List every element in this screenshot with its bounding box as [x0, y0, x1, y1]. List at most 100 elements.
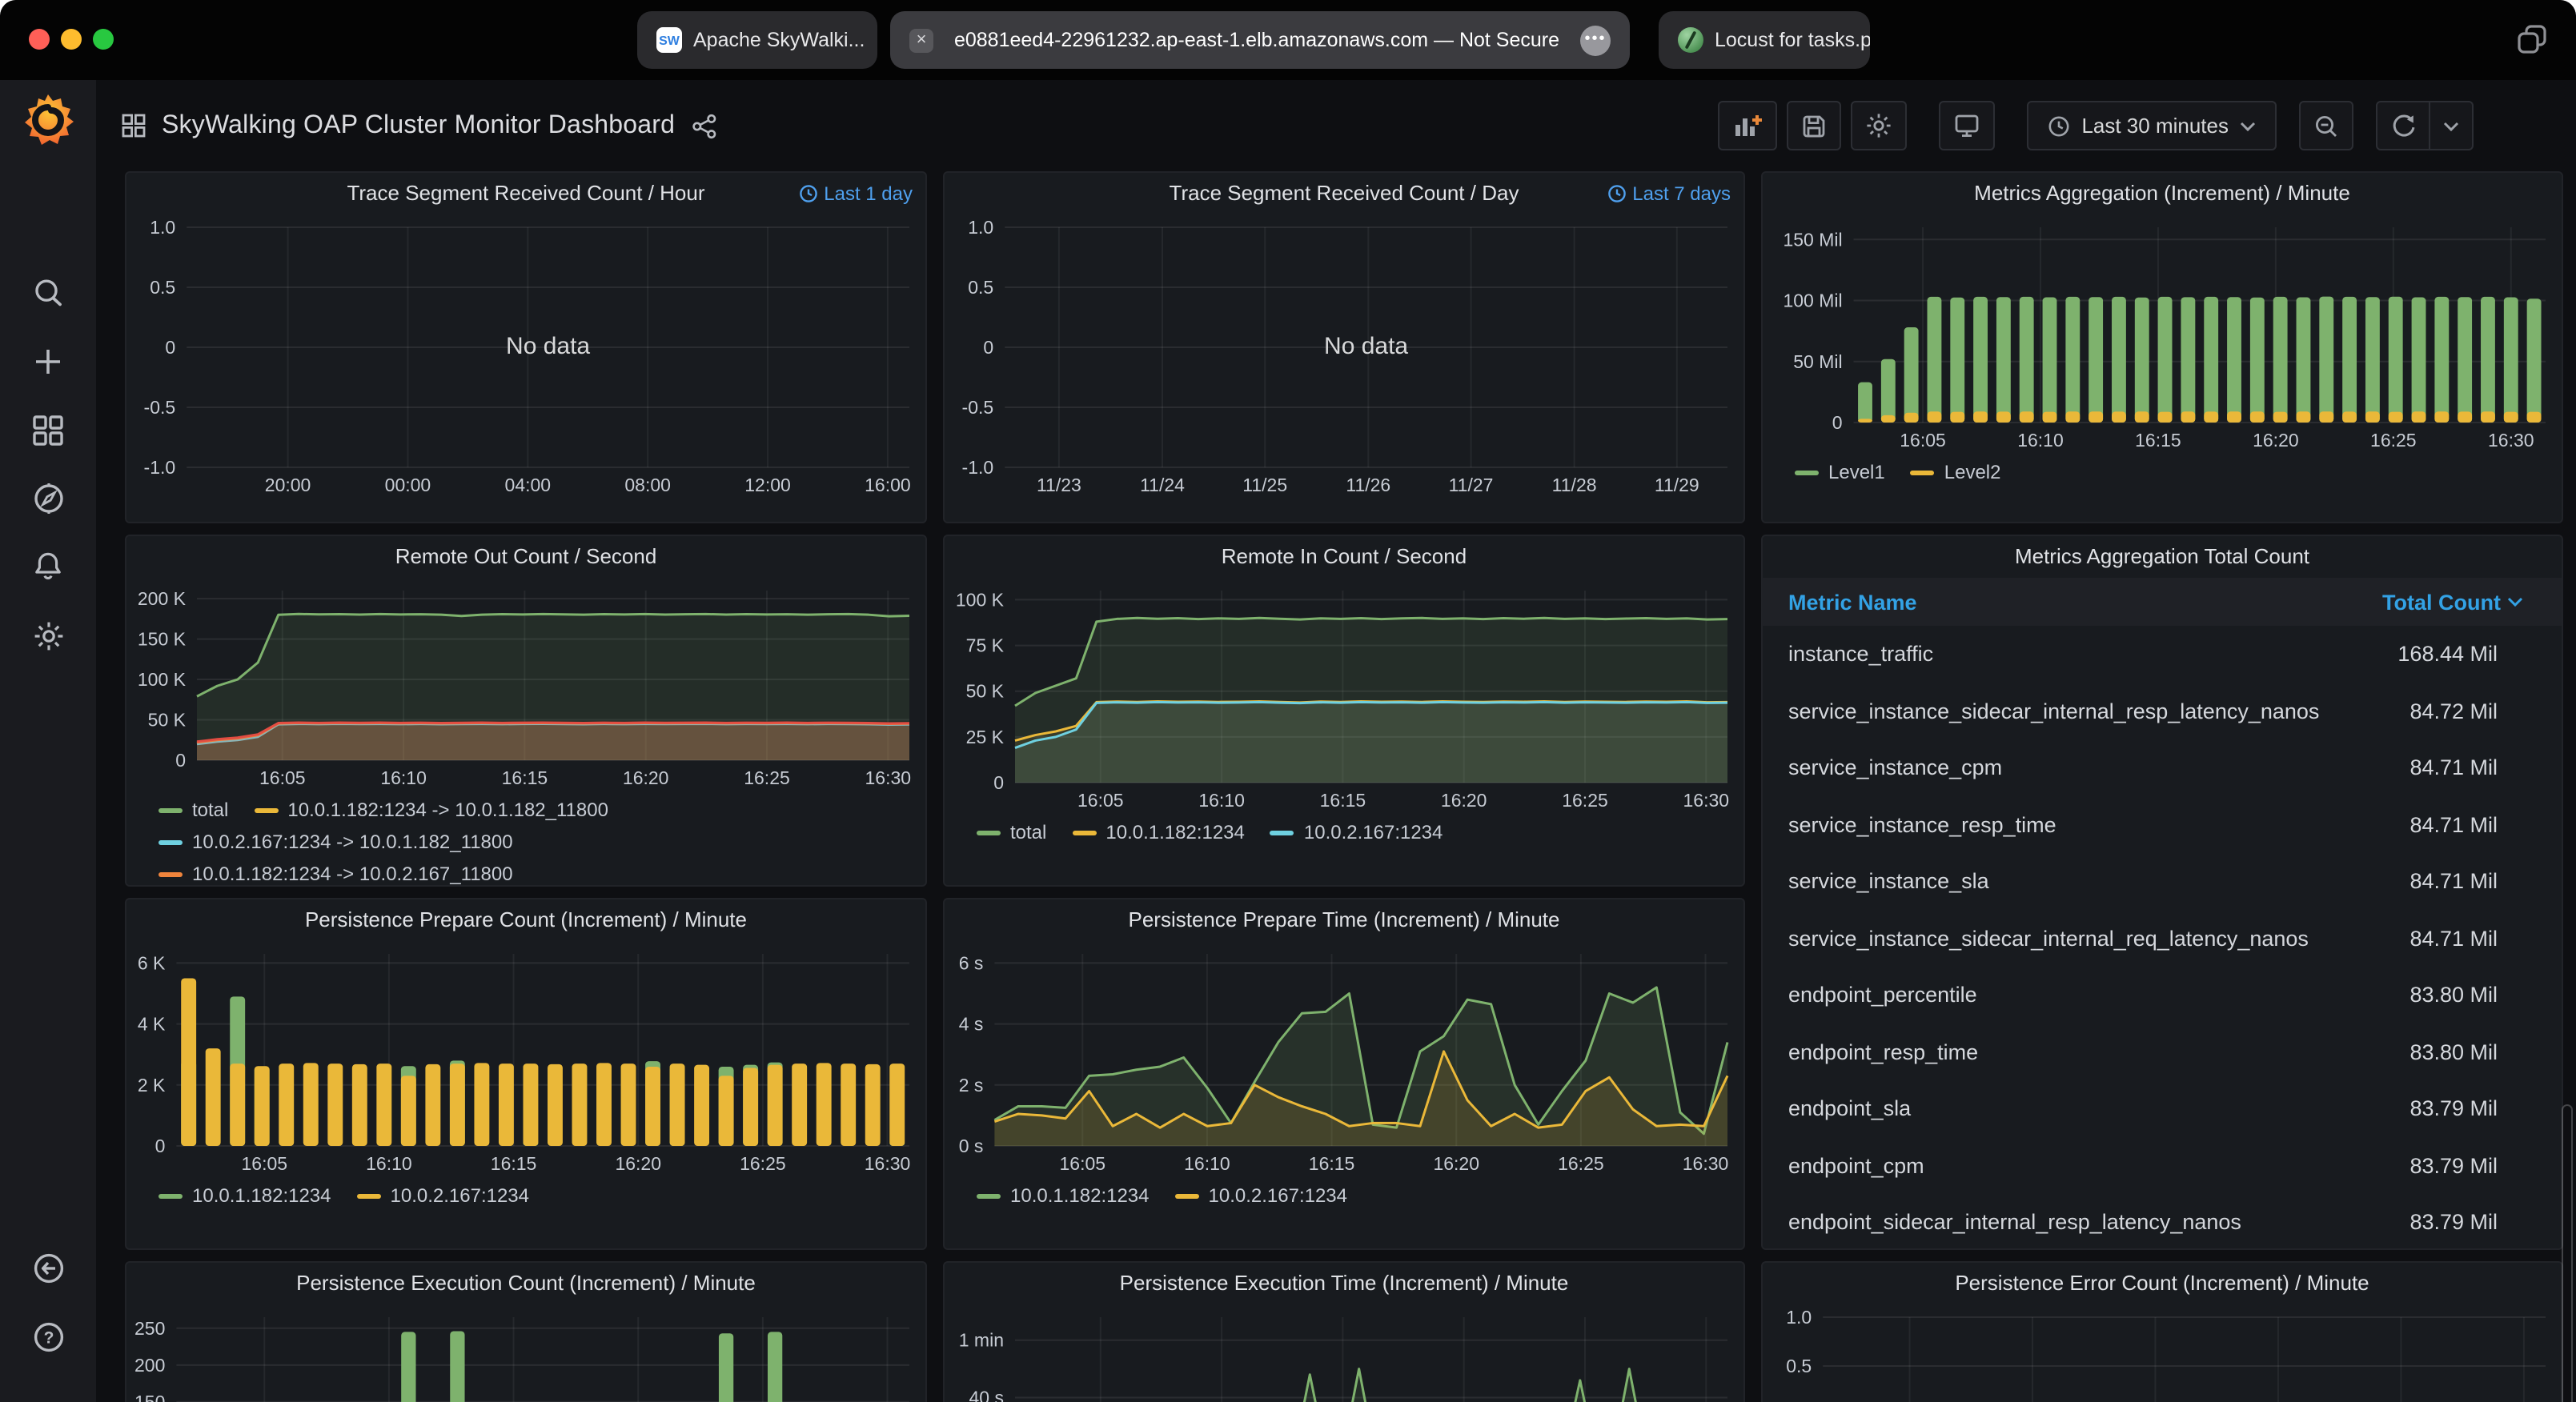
panel-title[interactable]: Persistence Error Count (Increment) / Mi…: [1763, 1263, 2562, 1304]
refresh-interval-dropdown[interactable]: [2430, 101, 2474, 150]
tab-title: e0881eed4-22961232.ap-east-1.elb.amazona…: [945, 29, 1569, 51]
browser-tab-skywalking[interactable]: SW Apache SkyWalki...: [637, 11, 877, 69]
page-title[interactable]: SkyWalking OAP Cluster Monitor Dashboard: [162, 111, 675, 140]
legend-item[interactable]: 10.0.2.167:1234: [357, 1181, 530, 1210]
svg-text:16:30: 16:30: [865, 767, 912, 788]
panel-title[interactable]: Persistence Prepare Time (Increment) / M…: [945, 899, 1743, 941]
create-plus-icon[interactable]: [0, 333, 96, 391]
panel-remote-in-count: Remote In Count / Second 16:0516:1016:15…: [943, 535, 1745, 887]
svg-text:00:00: 00:00: [385, 475, 431, 495]
panel-time-override[interactable]: Last 7 days: [1607, 173, 1731, 214]
svg-text:50 K: 50 K: [148, 710, 187, 731]
add-panel-button[interactable]: [1718, 101, 1777, 150]
panel-title[interactable]: Persistence Execution Count (Increment) …: [126, 1263, 925, 1304]
svg-text:16:20: 16:20: [1433, 1153, 1479, 1174]
total-count-cell: 84.71 Mil: [2409, 870, 2562, 894]
svg-text:-0.5: -0.5: [144, 397, 176, 418]
svg-text:1.0: 1.0: [150, 217, 175, 238]
legend-label: total: [192, 799, 228, 821]
legend-color-dash: [158, 1193, 183, 1198]
svg-text:?: ?: [43, 1328, 54, 1347]
grafana-logo-icon[interactable]: [19, 91, 77, 149]
panel-title[interactable]: Trace Segment Received Count / Hour Last…: [126, 173, 925, 214]
tab-title: Locust for tasks.py: [1715, 29, 1870, 51]
svg-text:16:00: 16:00: [865, 475, 911, 495]
cycle-view-mode-button[interactable]: [1939, 101, 1995, 150]
svg-text:No data: No data: [1324, 333, 1408, 359]
configuration-gear-icon[interactable]: [0, 607, 96, 664]
table-row: endpoint_percentile83.80 Mil: [1763, 967, 2562, 1023]
alerting-bell-icon[interactable]: [0, 538, 96, 595]
share-icon[interactable]: [691, 113, 716, 138]
minimize-window-button[interactable]: [61, 29, 82, 50]
panel-title[interactable]: Remote Out Count / Second: [126, 536, 925, 578]
svg-text:11/25: 11/25: [1242, 475, 1287, 495]
legend-label: 10.0.2.167:1234: [1304, 821, 1443, 843]
chart-trace-hour: 20:0000:0004:0008:0012:0016:001.00.50-0.…: [126, 214, 925, 499]
svg-text:16:05: 16:05: [1077, 790, 1124, 811]
panel-title[interactable]: Remote In Count / Second: [945, 536, 1743, 578]
time-range-label: Last 30 minutes: [2081, 114, 2229, 138]
explore-compass-icon[interactable]: [0, 469, 96, 527]
svg-text:04:00: 04:00: [505, 475, 552, 495]
close-window-button[interactable]: [29, 29, 50, 50]
legend-item[interactable]: 10.0.1.182:1234 -> 10.0.2.167_11800: [158, 859, 513, 887]
refresh-button[interactable]: [2376, 101, 2430, 150]
panel-title[interactable]: Persistence Prepare Count (Increment) / …: [126, 899, 925, 941]
save-dashboard-button[interactable]: [1787, 101, 1841, 150]
legend-item[interactable]: total: [158, 795, 228, 824]
legend-item[interactable]: 10.0.2.167:1234: [1175, 1181, 1348, 1210]
metric-name-cell: endpoint_sidecar_internal_resp_latency_n…: [1763, 1211, 2409, 1235]
panel-time-override[interactable]: Last 1 day: [798, 173, 913, 214]
tab-close-icon[interactable]: ×: [909, 28, 933, 52]
panel-metrics-aggregation-table: Metrics Aggregation Total Count Metric N…: [1761, 535, 2563, 1250]
table-row: endpoint_sidecar_internal_resp_latency_n…: [1763, 1194, 2562, 1250]
table-header-total-count[interactable]: Total Count: [2382, 590, 2562, 614]
total-count-cell: 84.71 Mil: [2409, 927, 2562, 951]
sign-in-icon[interactable]: [0, 1239, 96, 1296]
legend-item[interactable]: total: [977, 818, 1046, 847]
legend-item[interactable]: Level1: [1795, 458, 1885, 487]
browser-tab-locust[interactable]: Locust for tasks.py: [1659, 11, 1870, 69]
svg-text:20:00: 20:00: [265, 475, 311, 495]
chart-remote-out: 16:0516:1016:1516:2016:2516:30050 K100 K…: [126, 578, 925, 792]
svg-text:16:25: 16:25: [1562, 790, 1608, 811]
chart-metrics-aggregation: 16:0516:1016:1516:2016:2516:30050 Mil100…: [1763, 214, 2562, 455]
legend-item[interactable]: 10.0.2.167:1234: [1270, 818, 1443, 847]
time-range-picker[interactable]: Last 30 minutes: [2027, 101, 2277, 150]
table-header-metric-name[interactable]: Metric Name: [1763, 590, 2382, 614]
panel-title[interactable]: Trace Segment Received Count / Day Last …: [945, 173, 1743, 214]
svg-text:16:05: 16:05: [1900, 430, 1946, 451]
help-icon[interactable]: ?: [0, 1308, 96, 1365]
panel-persistence-execution-time: Persistence Execution Time (Increment) /…: [943, 1261, 1745, 1402]
legend-label: 10.0.1.182:1234 -> 10.0.1.182_11800: [287, 799, 608, 821]
metric-name-cell: service_instance_sla: [1763, 870, 2409, 894]
total-count-cell: 84.71 Mil: [2409, 813, 2562, 837]
svg-text:16:15: 16:15: [1309, 1153, 1355, 1174]
legend-item[interactable]: 10.0.1.182:1234: [158, 1181, 331, 1210]
legend-item[interactable]: Level2: [1911, 458, 2001, 487]
panel-title[interactable]: Metrics Aggregation (Increment) / Minute: [1763, 173, 2562, 214]
legend-item[interactable]: 10.0.1.182:1234: [1072, 818, 1245, 847]
dashboard-settings-button[interactable]: [1851, 101, 1907, 150]
panel-title[interactable]: Persistence Execution Time (Increment) /…: [945, 1263, 1743, 1304]
table-row: endpoint_cpm83.79 Mil: [1763, 1137, 2562, 1194]
legend-item[interactable]: 10.0.2.167:1234 -> 10.0.1.182_11800: [158, 827, 513, 856]
zoom-window-button[interactable]: [93, 29, 114, 50]
svg-text:16:15: 16:15: [502, 767, 548, 788]
legend-item[interactable]: 10.0.1.182:1234 -> 10.0.1.182_11800: [254, 795, 608, 824]
panel-title[interactable]: Metrics Aggregation Total Count: [1763, 536, 2562, 578]
total-count-cell: 168.44 Mil: [2397, 643, 2562, 667]
svg-text:16:30: 16:30: [1683, 790, 1730, 811]
tab-overview-icon[interactable]: [2517, 24, 2547, 54]
svg-text:100 Mil: 100 Mil: [1783, 290, 1842, 311]
total-count-cell: 83.79 Mil: [2409, 1097, 2562, 1121]
tab-more-icon[interactable]: •••: [1580, 25, 1611, 55]
page-scrollbar[interactable]: [2562, 1104, 2573, 1402]
svg-text:16:30: 16:30: [865, 1153, 911, 1174]
legend-item[interactable]: 10.0.1.182:1234: [977, 1181, 1150, 1210]
search-icon[interactable]: [0, 264, 96, 322]
dashboards-icon[interactable]: [0, 402, 96, 459]
zoom-out-time-button[interactable]: [2299, 101, 2353, 150]
browser-tab-active[interactable]: × e0881eed4-22961232.ap-east-1.elb.amazo…: [890, 11, 1630, 69]
